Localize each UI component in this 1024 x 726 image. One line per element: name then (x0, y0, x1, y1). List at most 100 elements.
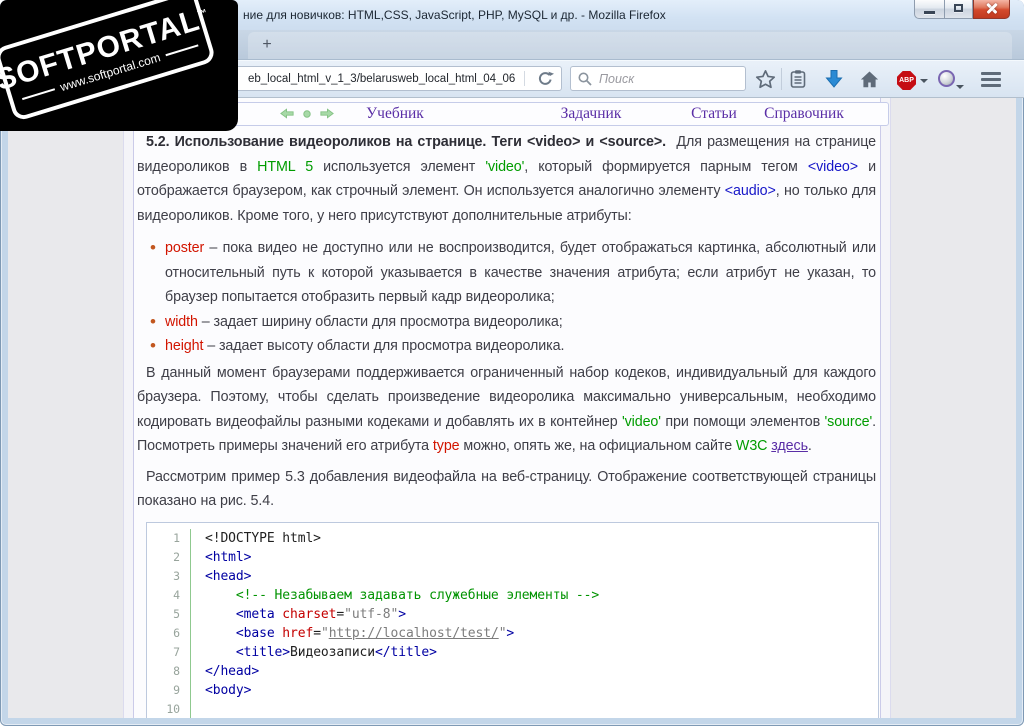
nav-link-articles[interactable]: Статьи (691, 105, 737, 123)
code-text: </head> (191, 662, 259, 681)
nav-link-reference[interactable]: Справочник (764, 105, 844, 123)
text-segment: , который формируется парным тегом (524, 158, 808, 175)
line-number: 7 (147, 642, 191, 662)
code-line: 9 <body> (147, 680, 878, 700)
softportal-watermark: SOFTPORTAL™ www.softportal.com (0, 0, 238, 131)
search-box[interactable]: Поиск (570, 66, 746, 91)
code-segment: <head> (205, 568, 252, 584)
home-icon (860, 71, 879, 88)
minimize-icon (924, 11, 935, 14)
line-number: 10 (147, 699, 191, 718)
next-page-arrow-icon[interactable] (319, 108, 335, 119)
code-line: 4 <!-- Незабываем задавать служебные эле… (147, 585, 878, 605)
code-line: 6 <base href="http://localhost/test/"> (147, 623, 878, 643)
line-number: 2 (147, 547, 191, 567)
paragraph-video-tags: 5.2. Использование видеороликов на стран… (137, 130, 876, 228)
code-segment: <!DOCTYPE html> (205, 530, 321, 546)
bookmarks-list-icon (790, 70, 806, 88)
adblock-dropdown-caret (920, 79, 928, 83)
code-text: <html> (191, 548, 251, 567)
code-text: <body> (191, 681, 251, 700)
new-tab-button[interactable]: + (256, 35, 278, 55)
firefox-window: ние для новичков: HTML,CSS, JavaScript, … (0, 0, 1024, 726)
trademark-symbol: ™ (195, 7, 210, 21)
search-placeholder: Поиск (599, 72, 635, 86)
page-viewport: Учебник Задачник Статьи Справочник 5.2. … (8, 98, 1016, 718)
code-text: <title>Видеозаписи</title> (191, 643, 437, 662)
text-segment: W3C (735, 438, 768, 454)
code-segment: charset (282, 606, 337, 622)
home-button[interactable] (859, 69, 881, 91)
maximize-button[interactable] (944, 0, 973, 19)
text-segment: type (432, 438, 460, 454)
code-line: 1 <!DOCTYPE html> (147, 528, 878, 548)
window-title: ние для новичков: HTML,CSS, JavaScript, … (243, 8, 666, 22)
bookmark-star-button[interactable] (755, 69, 777, 91)
content-column: 5.2. Использование видеороликов на стран… (123, 98, 891, 718)
text-segment: width (165, 313, 198, 330)
nav-link-problems[interactable]: Задачник (561, 105, 622, 123)
code-segment: <body> (205, 682, 252, 698)
downloads-button[interactable] (824, 69, 846, 91)
line-number: 9 (147, 680, 191, 700)
code-segment: = (313, 625, 321, 641)
line-number: 8 (147, 661, 191, 681)
code-line: 7 <title>Видеозаписи</title> (147, 642, 878, 662)
code-segment: </title> (375, 644, 437, 660)
code-text: <!-- Незабываем задавать служебные элеме… (191, 586, 599, 605)
nav-link-textbook[interactable]: Учебник (366, 105, 424, 123)
minimize-button[interactable] (914, 0, 944, 19)
adblock-plus-button[interactable]: ABP (897, 71, 916, 90)
menu-button[interactable] (981, 72, 1001, 88)
code-text: <!DOCTYPE html> (191, 529, 321, 548)
extension-dropdown-caret (956, 85, 964, 89)
code-text: <head> (191, 567, 251, 586)
line-number: 4 (147, 585, 191, 605)
prev-page-arrow-icon[interactable] (279, 108, 295, 119)
code-segment: <html> (205, 549, 252, 565)
text-segment: – пока видео не доступно или не воспроиз… (165, 240, 876, 305)
index-dot-icon[interactable] (303, 109, 311, 118)
code-segment: Видеозаписи (290, 644, 376, 660)
article-body: 5.2. Использование видеороликов на стран… (134, 130, 880, 718)
text-segment: используется элемент (313, 158, 486, 175)
code-segment: <title> (235, 644, 291, 660)
line-number: 6 (147, 623, 191, 643)
hamburger-icon (981, 72, 1001, 75)
code-example-block: 1 <!DOCTYPE html> 2 <html> 3 <head> 4 <!-- Нез… (146, 521, 879, 719)
download-arrow-icon (825, 70, 843, 88)
text-segment: 'video' (485, 158, 525, 175)
line-number: 5 (147, 604, 191, 624)
toolbar-divider (781, 68, 782, 90)
window-controls (914, 0, 1010, 19)
line-number: 3 (147, 566, 191, 586)
text-segment: <audio> (724, 183, 776, 199)
reload-icon (538, 71, 554, 85)
extension-button[interactable] (938, 70, 955, 87)
text-segment: . (807, 438, 812, 454)
code-segment: <base (235, 625, 283, 641)
code-line: 3 <head> (147, 566, 878, 586)
attribute-list: poster – пока видео не доступно или не в… (137, 236, 876, 359)
text-segment: 'source' (824, 413, 873, 430)
text-segment: – задает высоту области для просмотра ви… (203, 338, 565, 354)
bookmarks-menu-button[interactable] (788, 69, 810, 91)
code-segment: href (282, 625, 314, 641)
reload-button[interactable] (536, 70, 554, 88)
line-number: 1 (147, 528, 191, 548)
text-segment: <video> (807, 158, 859, 175)
url-bar-divider (524, 71, 525, 86)
list-item-height: height – задает высоту области для просм… (137, 334, 876, 359)
inline-link[interactable]: здесь (771, 438, 808, 454)
close-button[interactable] (973, 0, 1010, 19)
tab-bar-background (248, 32, 1012, 59)
code-segment: > (398, 606, 406, 622)
paragraph-example-intro: Рассмотрим пример 5.3 добавления видеофа… (137, 465, 876, 514)
url-bar[interactable]: eb_local_html_v_1_3/belarusweb_local_htm… (185, 66, 562, 91)
list-item-width: width – задает ширину области для просмо… (137, 310, 876, 335)
close-icon (985, 2, 998, 15)
